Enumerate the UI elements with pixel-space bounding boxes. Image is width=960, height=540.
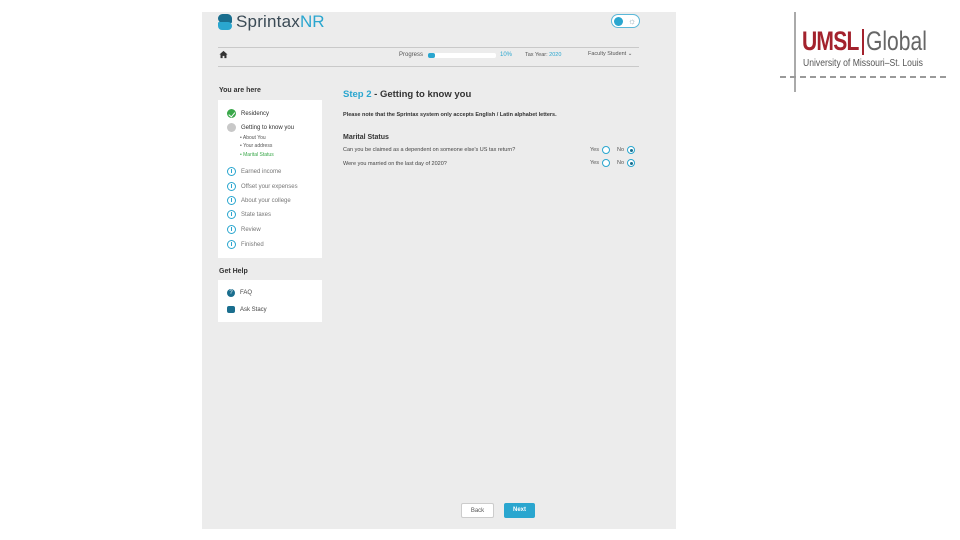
sprintax-logo-icon — [218, 14, 232, 30]
section-title: Marital Status — [343, 134, 389, 141]
step-label: Finished — [241, 241, 264, 248]
step-label: Offset your expenses — [241, 183, 298, 190]
current-step-icon — [227, 123, 236, 132]
sun-icon: ☼ — [628, 16, 637, 26]
option-dependent-no[interactable]: No — [617, 146, 636, 154]
option-married-no[interactable]: No — [617, 159, 636, 167]
step-offset-expenses[interactable]: Offset your expenses — [227, 182, 298, 191]
timer-icon — [227, 182, 236, 191]
radio-yes[interactable] — [601, 146, 610, 154]
tax-year: Tax Year: 2020 — [525, 52, 562, 58]
brand-main: Sprintax — [236, 12, 300, 31]
step-label: Earned income — [241, 168, 282, 175]
page-title: Step 2 - Getting to know you — [343, 89, 471, 100]
question-married: Were you married on the last day of 2020… — [343, 161, 447, 167]
step-review[interactable]: Review — [227, 225, 261, 234]
timer-icon — [227, 196, 236, 205]
brand-accent: NR — [299, 12, 325, 31]
toggle-knob — [614, 17, 623, 26]
progress-percent: 10% — [500, 52, 513, 58]
option-label: Yes — [590, 160, 599, 166]
subheader-divider — [218, 66, 639, 67]
theme-toggle[interactable]: ☼ — [611, 14, 640, 28]
check-icon — [227, 109, 236, 118]
question-dependent: Can you be claimed as a dependent on som… — [343, 147, 516, 153]
option-dependent-yes[interactable]: Yes — [590, 146, 610, 154]
substep-your-address[interactable]: • Your address — [240, 143, 272, 149]
step-getting-to-know-you[interactable]: Getting to know you — [227, 123, 294, 132]
timer-icon — [227, 210, 236, 219]
help-label: FAQ — [240, 290, 253, 296]
tax-year-label: Tax Year — [525, 52, 547, 58]
step-earned-income[interactable]: Earned income — [227, 167, 281, 176]
get-help-title: Get Help — [219, 268, 248, 275]
user-name: Faculty Student — [588, 51, 627, 57]
faq-link[interactable]: ? FAQ — [227, 289, 252, 297]
radio-no[interactable] — [627, 146, 636, 154]
step-label: Review — [241, 226, 261, 233]
logo-divider-vertical — [794, 12, 796, 92]
progress-fill — [428, 53, 435, 58]
help-panel — [218, 280, 322, 322]
substep-about-you[interactable]: • About You — [240, 135, 266, 141]
step-residency[interactable]: Residency — [227, 109, 269, 118]
step-about-college[interactable]: About your college — [227, 196, 291, 205]
substep-label: Marital Status — [243, 152, 274, 158]
logo-separator — [862, 29, 864, 55]
radio-yes[interactable] — [601, 159, 610, 167]
option-label: Yes — [590, 147, 599, 153]
user-menu[interactable]: Faculty Student ⌄ — [588, 51, 632, 57]
substep-label: Your address — [243, 143, 273, 149]
you-are-here-title: You are here — [219, 87, 261, 94]
step-label: State taxes — [241, 211, 272, 218]
home-icon[interactable] — [219, 50, 228, 59]
progress-bar — [428, 53, 496, 58]
progress-label: Progress — [399, 52, 424, 58]
timer-icon — [227, 240, 236, 249]
step-label: About your college — [241, 197, 291, 204]
question-icon: ? — [227, 289, 235, 297]
step-finished[interactable]: Finished — [227, 240, 264, 249]
umsl-global-logo: UMSL Global University of Missouri–St. L… — [780, 12, 946, 92]
chevron-down-icon: ⌄ — [627, 51, 633, 57]
next-button[interactable]: Next — [504, 503, 535, 518]
university-name: University of Missouri–St. Louis — [803, 58, 923, 69]
substep-label: About You — [242, 135, 266, 141]
help-label: Ask Stacy — [240, 306, 267, 313]
logo-divider-horizontal — [780, 76, 946, 78]
sprintax-logo[interactable]: Sprintax NR — [218, 12, 325, 32]
step-label: Residency — [241, 110, 270, 117]
option-married-yes[interactable]: Yes — [590, 159, 610, 167]
alphabet-notice: Please note that the Sprintax system onl… — [343, 112, 557, 118]
substep-marital-status[interactable]: • Marital Status — [240, 152, 274, 158]
step-state-taxes[interactable]: State taxes — [227, 210, 271, 219]
tax-year-value: 2020 — [549, 52, 562, 58]
back-button[interactable]: Back — [461, 503, 494, 518]
umsl-wordmark: UMSL — [802, 26, 859, 56]
step-label: Getting to know you — [241, 124, 295, 131]
option-label: No — [617, 147, 625, 153]
timer-icon — [227, 167, 236, 176]
step-name: - Getting to know you — [371, 89, 472, 100]
radio-no[interactable] — [627, 159, 636, 167]
timer-icon — [227, 225, 236, 234]
option-label: No — [617, 160, 625, 166]
ask-stacy-link[interactable]: Ask Stacy — [227, 306, 267, 313]
step-number: Step 2 — [343, 89, 372, 100]
global-wordmark: Global — [866, 26, 927, 56]
header-divider — [218, 47, 639, 48]
chat-icon — [227, 306, 235, 313]
